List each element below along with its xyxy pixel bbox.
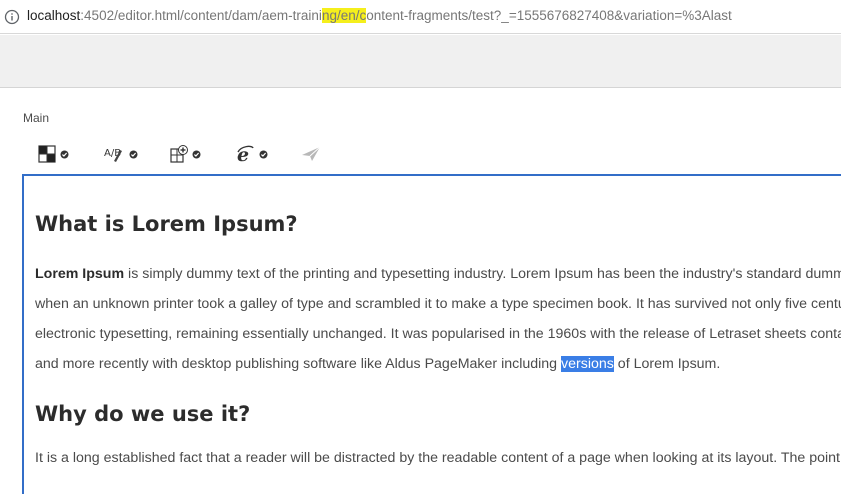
insert-table-icon bbox=[170, 145, 188, 163]
field-label: Main bbox=[23, 111, 50, 125]
check-icon bbox=[60, 150, 69, 158]
heading-why-use-it: Why do we use it? bbox=[35, 402, 251, 426]
paragraph-why: It is a long established fact that a rea… bbox=[35, 450, 841, 466]
address-bar[interactable]: localhost:4502/editor.html/content/dam/a… bbox=[0, 0, 841, 34]
table-icon bbox=[38, 145, 56, 163]
text-segment: is simply dummy text of the printing and… bbox=[128, 266, 841, 282]
info-icon[interactable] bbox=[4, 9, 20, 25]
ie-icon: e bbox=[237, 144, 254, 164]
spellcheck-tool-button[interactable]: A/B bbox=[103, 140, 138, 168]
url-segment: :4502/editor.html/content/dam/aem-traini bbox=[80, 8, 322, 23]
url-segment: ontent-fragments/test?_=1555676827408&va… bbox=[366, 8, 732, 23]
paragraph-line: Lorem Ipsum is simply dummy text of the … bbox=[35, 259, 841, 289]
ie-tool-button[interactable]: e bbox=[235, 140, 268, 168]
check-icon bbox=[259, 150, 268, 158]
rich-text-editor[interactable]: What is Lorem Ipsum? Lorem Ipsum is simp… bbox=[22, 174, 841, 494]
text-segment: and more recently with desktop publishin… bbox=[35, 356, 562, 372]
paragraph-line: and more recently with desktop publishin… bbox=[35, 349, 841, 379]
url-highlight: ng/en/c bbox=[321, 8, 367, 23]
text-segment: of Lorem Ipsum. bbox=[613, 356, 721, 372]
check-icon bbox=[192, 150, 201, 158]
url-text[interactable]: localhost:4502/editor.html/content/dam/a… bbox=[27, 8, 732, 23]
paragraph-line: electronic typesetting, remaining essent… bbox=[35, 326, 841, 342]
publish-tool-button[interactable] bbox=[301, 140, 321, 168]
heading-what-is-lorem: What is Lorem Ipsum? bbox=[35, 212, 298, 236]
spellcheck-icon: A/B bbox=[104, 148, 122, 162]
check-icon bbox=[129, 150, 138, 158]
paragraph-line: when an unknown printer took a galley of… bbox=[35, 296, 841, 312]
selected-text[interactable]: versions bbox=[561, 356, 614, 372]
insert-table-tool-button[interactable] bbox=[170, 140, 201, 168]
editor-header-bar bbox=[0, 35, 841, 88]
paragraph-lorem: Lorem Ipsum is simply dummy text of the … bbox=[35, 259, 841, 379]
bold-text: Lorem Ipsum bbox=[35, 266, 125, 282]
url-host: localhost bbox=[27, 8, 81, 23]
paper-plane-icon bbox=[302, 146, 321, 161]
table-tool-button[interactable] bbox=[38, 140, 69, 168]
